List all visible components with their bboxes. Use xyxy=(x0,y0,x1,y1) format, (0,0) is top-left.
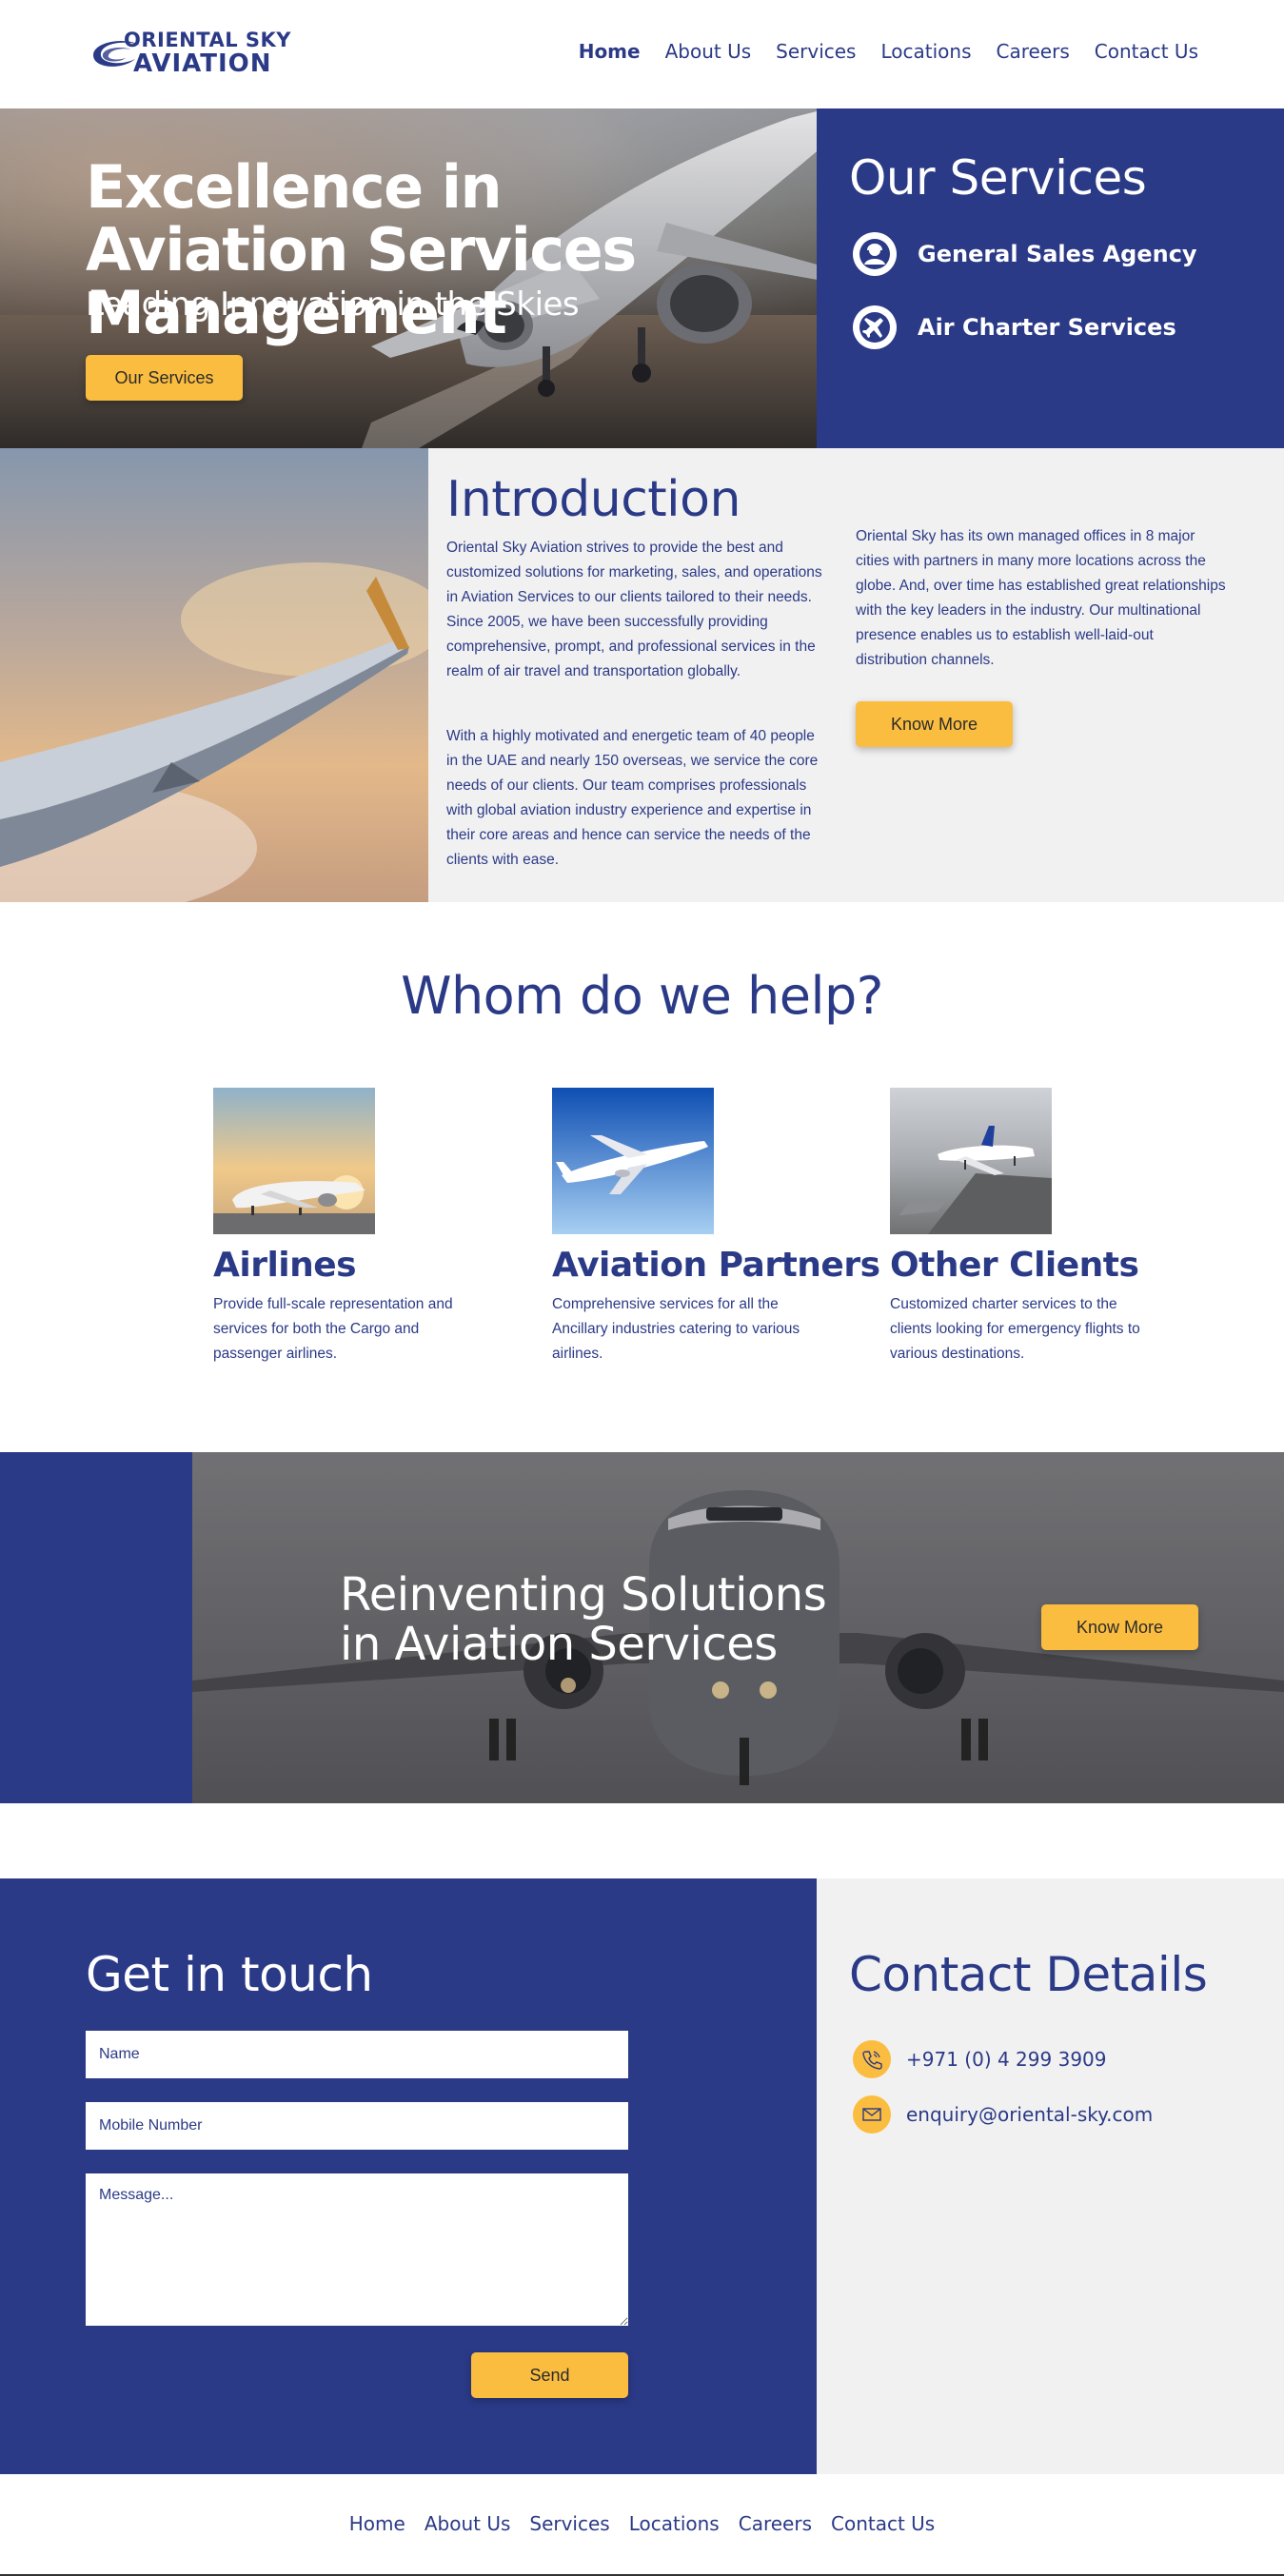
contact-form-section: Get in touch Send xyxy=(0,1878,817,2474)
other-clients-image xyxy=(890,1088,1052,1234)
know-more-button[interactable]: Know More xyxy=(1041,1604,1198,1650)
contact-details-title: Contact Details xyxy=(849,1947,1208,2002)
airplane-icon xyxy=(853,305,897,349)
service-air-charter[interactable]: Air Charter Services xyxy=(853,305,1176,349)
nav-careers[interactable]: Careers xyxy=(997,40,1070,63)
name-field[interactable] xyxy=(86,2031,628,2078)
services-panel-title: Our Services xyxy=(849,150,1147,206)
our-services-panel: Our Services General Sales Agency Air Ch… xyxy=(817,108,1284,448)
client-description: Comprehensive services for all the Ancil… xyxy=(552,1296,800,1362)
airlines-image xyxy=(213,1088,375,1234)
nav-about-us[interactable]: About Us xyxy=(665,40,752,63)
aviation-partners-image xyxy=(552,1088,714,1234)
client-name: Other Clients xyxy=(890,1246,1139,1285)
nav-home[interactable]: Home xyxy=(579,40,641,63)
logo-text-bottom: AVIATION xyxy=(133,49,272,78)
whom-title: Whom do we help? xyxy=(401,966,883,1026)
client-card-airlines: Airlines Provide full-scale representati… xyxy=(213,1088,499,1367)
agent-icon xyxy=(853,232,897,276)
nav-locations[interactable]: Locations xyxy=(880,40,971,63)
client-description: Provide full-scale representation and se… xyxy=(213,1296,453,1362)
contact-details-section: Contact Details +971 (0) 4 299 3909 enqu… xyxy=(817,1878,1284,2474)
message-field[interactable] xyxy=(86,2173,628,2326)
main-nav: Home About Us Services Locations Careers… xyxy=(579,40,1198,63)
footer-nav-locations[interactable]: Locations xyxy=(629,2512,720,2535)
client-name: Aviation Partners xyxy=(552,1246,880,1285)
intro-paragraph: Oriental Sky Aviation strives to provide… xyxy=(446,540,822,679)
footer-nav-careers[interactable]: Careers xyxy=(739,2512,812,2535)
get-in-touch-title: Get in touch xyxy=(86,1947,373,2002)
reinventing-banner: Reinventing Solutions in Aviation Servic… xyxy=(192,1452,1284,1803)
footer-nav-home[interactable]: Home xyxy=(349,2512,405,2535)
client-card-other-clients: Other Clients Customized charter service… xyxy=(890,1088,1175,1367)
service-label: Air Charter Services xyxy=(918,314,1176,341)
logo[interactable]: ORIENTAL SKY AVIATION xyxy=(88,27,316,80)
phone-detail[interactable]: +971 (0) 4 299 3909 xyxy=(853,2040,1107,2078)
introduction-section: Introduction Oriental Sky Aviation striv… xyxy=(428,448,1284,902)
logo-text-top: ORIENTAL SKY xyxy=(124,29,291,51)
banner-accent-block xyxy=(0,1452,192,1803)
know-more-button[interactable]: Know More xyxy=(856,701,1013,747)
phone-number: +971 (0) 4 299 3909 xyxy=(906,2048,1107,2071)
footer-nav-contact-us[interactable]: Contact Us xyxy=(831,2512,935,2535)
airplane-wing-image xyxy=(0,448,428,902)
site-header: ORIENTAL SKY AVIATION Home About Us Serv… xyxy=(0,0,1284,108)
footer-nav-services[interactable]: Services xyxy=(529,2512,609,2535)
footer-nav: Home About Us Services Locations Careers… xyxy=(0,2512,1284,2535)
hero-subtitle: Leading Innovation in the Skies xyxy=(86,285,580,324)
footer-nav-about-us[interactable]: About Us xyxy=(425,2512,511,2535)
hero-section: Excellence in Aviation Services Manageme… xyxy=(0,108,817,448)
site-footer: Home About Us Services Locations Careers… xyxy=(0,2474,1284,2576)
our-services-button[interactable]: Our Services xyxy=(86,355,243,401)
introduction-title: Introduction xyxy=(446,471,741,528)
client-description: Customized charter services to the clien… xyxy=(890,1296,1140,1362)
service-label: General Sales Agency xyxy=(918,241,1197,267)
mobile-number-field[interactable] xyxy=(86,2102,628,2150)
nav-contact-us[interactable]: Contact Us xyxy=(1095,40,1198,63)
send-button[interactable]: Send xyxy=(471,2352,628,2398)
banner-title: Reinventing Solutions in Aviation Servic… xyxy=(340,1568,827,1671)
service-general-sales-agency[interactable]: General Sales Agency xyxy=(853,232,1197,276)
intro-paragraph: With a highly motivated and energetic te… xyxy=(446,728,819,868)
client-card-aviation-partners: Aviation Partners Comprehensive services… xyxy=(552,1088,880,1367)
email-address: enquiry@oriental-sky.com xyxy=(906,2103,1154,2126)
intro-paragraph: Oriental Sky has its own managed offices… xyxy=(856,528,1226,668)
nav-services[interactable]: Services xyxy=(776,40,856,63)
phone-icon xyxy=(853,2040,891,2078)
envelope-icon xyxy=(853,2095,891,2134)
client-name: Airlines xyxy=(213,1246,357,1285)
email-detail[interactable]: enquiry@oriental-sky.com xyxy=(853,2095,1153,2134)
